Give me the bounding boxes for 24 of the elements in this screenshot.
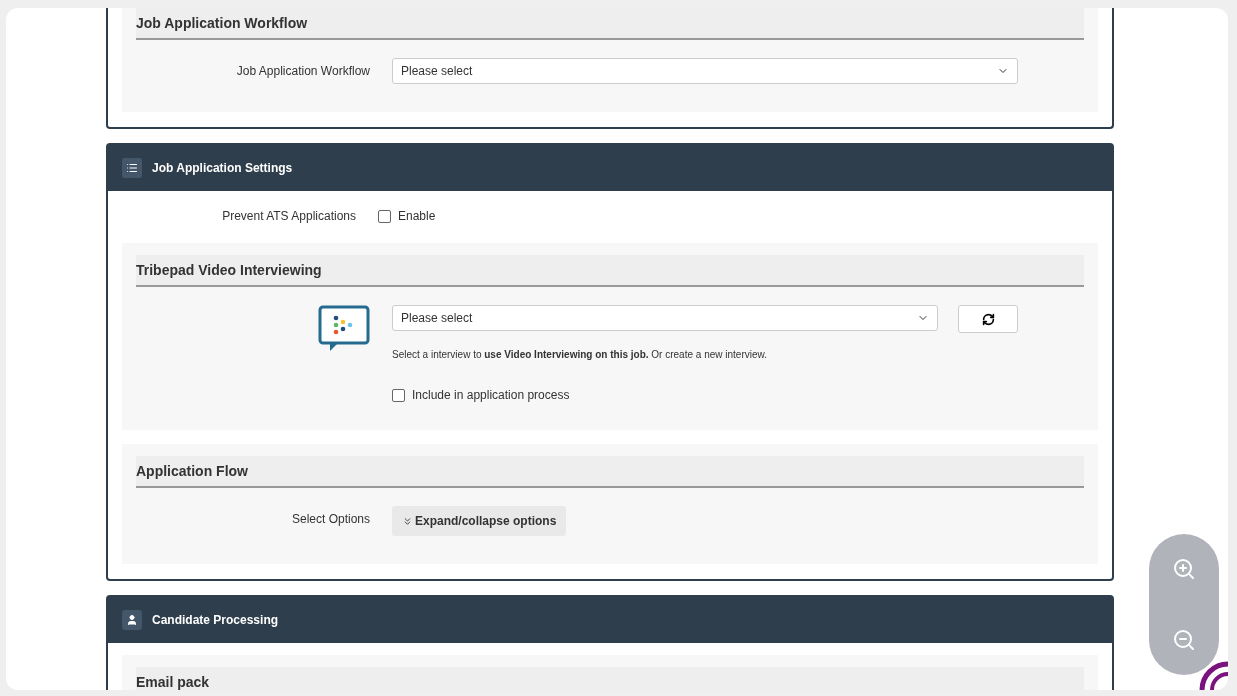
- subsection-title: Email pack: [136, 667, 1084, 690]
- select-field[interactable]: Please select: [392, 305, 938, 331]
- list-icon: [122, 158, 142, 178]
- checkbox[interactable]: [392, 388, 405, 402]
- select-field[interactable]: Please select: [392, 58, 1018, 84]
- refresh-button[interactable]: [958, 305, 1018, 333]
- chat-bubble-icon: [318, 305, 370, 353]
- checkbox-label: Include in application process: [412, 388, 570, 402]
- subsection-title: Tribepad Video Interviewing: [136, 255, 1084, 287]
- section-title: Job Application Settings: [152, 161, 293, 175]
- help-text: Select a interview to use Video Interviewing on this job. Or create a new interview.: [392, 349, 768, 360]
- expand-collapse-button[interactable]: Expand/collapse options: [392, 506, 567, 536]
- checkbox[interactable]: [378, 209, 391, 223]
- logo-arc-drawing: [1198, 660, 1228, 690]
- subsection-title: Application Flow: [136, 456, 1084, 488]
- section-title: Candidate Processing: [152, 613, 279, 627]
- double-chevron-icon: [402, 515, 413, 527]
- refresh-icon: [981, 312, 995, 326]
- field-label: Prevent ATS Applications: [222, 208, 356, 225]
- field-label: Select Options: [291, 511, 370, 528]
- subsection-title: Job Application Workflow: [136, 8, 1084, 40]
- checkbox-label: Enable: [398, 209, 436, 223]
- field-label: Job Application Workflow: [236, 63, 370, 80]
- user-icon: [122, 610, 142, 630]
